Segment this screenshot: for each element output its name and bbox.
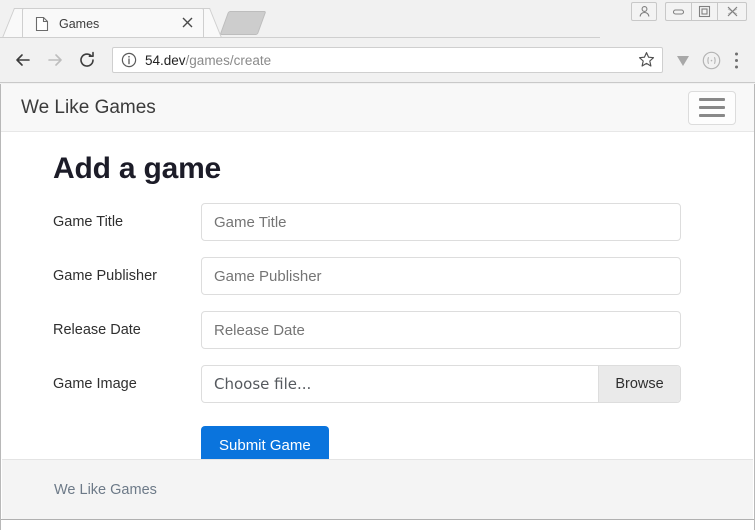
footer-text: We Like Games bbox=[54, 481, 157, 498]
info-circle-icon[interactable] bbox=[121, 52, 137, 68]
three-dot-menu-icon[interactable] bbox=[725, 45, 747, 75]
label-game-publisher: Game Publisher bbox=[53, 268, 157, 284]
browser-window: Games 54.dev/games/create We Like Games … bbox=[0, 0, 755, 530]
page-bottom-edge bbox=[1, 519, 754, 530]
page-content: Add a game Game Title Game Publisher Rel… bbox=[1, 152, 754, 465]
label-release-date: Release Date bbox=[53, 322, 141, 338]
browser-toolbar: 54.dev/games/create bbox=[0, 38, 755, 83]
site-navbar: We Like Games bbox=[1, 84, 754, 132]
url-text: 54.dev/games/create bbox=[145, 53, 638, 68]
page-viewport: We Like Games Add a game Game Title Game… bbox=[0, 84, 755, 530]
label-game-title: Game Title bbox=[53, 214, 124, 230]
site-footer: We Like Games bbox=[2, 459, 753, 519]
form-row-release-date: Release Date bbox=[31, 310, 724, 350]
hamburger-bar bbox=[699, 98, 725, 101]
close-icon[interactable] bbox=[179, 16, 195, 32]
person-icon[interactable] bbox=[631, 2, 657, 21]
browser-titlebar: Games bbox=[0, 0, 755, 38]
input-game-title[interactable] bbox=[201, 203, 681, 241]
file-input-group[interactable]: Choose file... Browse bbox=[201, 365, 681, 403]
forward-arrow-icon bbox=[40, 45, 70, 75]
hamburger-bar bbox=[699, 114, 725, 117]
form-row-game-publisher: Game Publisher bbox=[31, 256, 724, 296]
download-triangle-icon[interactable] bbox=[669, 45, 697, 75]
form-row-game-image: Game Image Choose file... Browse bbox=[31, 364, 724, 404]
add-game-form: Game Title Game Publisher Release Date G… bbox=[31, 202, 724, 465]
browse-button[interactable]: Browse bbox=[598, 366, 680, 402]
file-chosen-text: Choose file... bbox=[214, 375, 312, 393]
form-row-game-title: Game Title bbox=[31, 202, 724, 242]
url-host: 54.dev bbox=[145, 52, 186, 68]
address-bar[interactable]: 54.dev/games/create bbox=[112, 47, 663, 73]
maximize-icon[interactable] bbox=[691, 2, 717, 21]
input-game-publisher[interactable] bbox=[201, 257, 681, 295]
hamburger-bar bbox=[699, 106, 725, 109]
hamburger-icon[interactable] bbox=[688, 90, 736, 125]
minimize-icon[interactable] bbox=[665, 2, 691, 21]
input-release-date[interactable] bbox=[201, 311, 681, 349]
url-path: /games/create bbox=[185, 52, 272, 68]
site-brand[interactable]: We Like Games bbox=[21, 97, 688, 119]
window-controls bbox=[631, 2, 747, 21]
close-window-icon[interactable] bbox=[717, 2, 747, 21]
star-icon[interactable] bbox=[638, 51, 656, 69]
page-icon bbox=[35, 16, 49, 32]
browser-tab-games[interactable]: Games bbox=[22, 8, 204, 38]
back-arrow-icon[interactable] bbox=[8, 45, 38, 75]
page-title: Add a game bbox=[53, 152, 222, 185]
tab-title: Games bbox=[59, 16, 100, 31]
tab-strip: Games bbox=[0, 0, 600, 38]
reload-icon[interactable] bbox=[72, 45, 102, 75]
avatar-face-icon[interactable] bbox=[697, 45, 725, 75]
label-game-image: Game Image bbox=[53, 376, 137, 392]
new-tab-shape[interactable] bbox=[219, 11, 267, 35]
